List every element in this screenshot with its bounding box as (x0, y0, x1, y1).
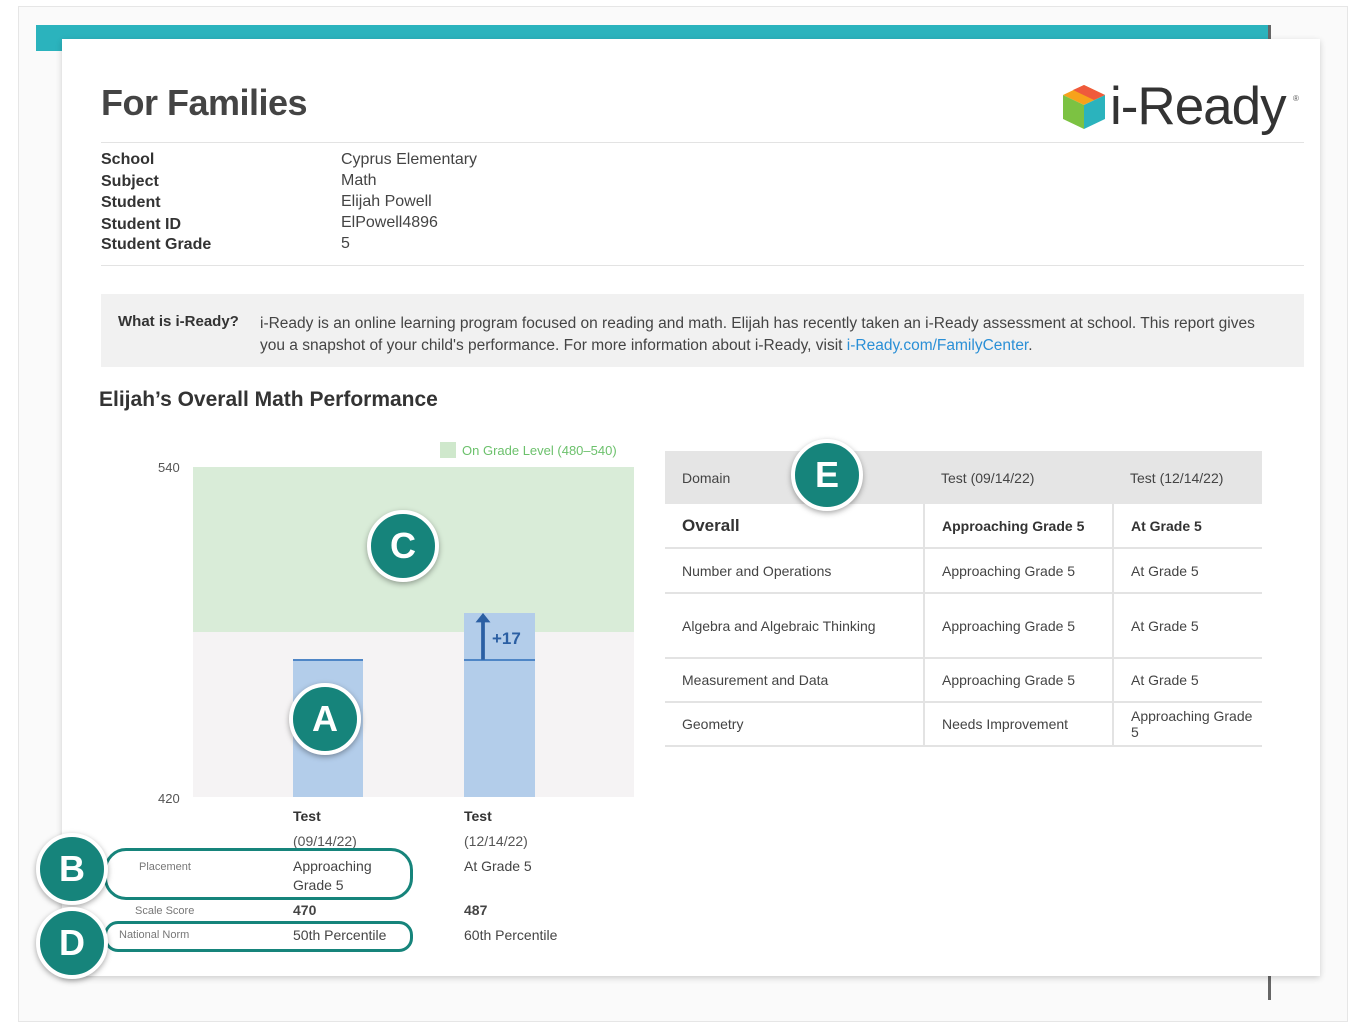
info-value-student-id: ElPowell4896 (341, 214, 438, 231)
placement-highlight-ring (104, 848, 413, 900)
info-label-school: School (101, 151, 155, 168)
info-label-student-id: Student ID (101, 216, 181, 233)
description-text: i-Ready is an online learning program fo… (260, 315, 1255, 354)
domain-cell: Geometry (665, 702, 924, 747)
test-2-cell: At Grade 5 (1112, 548, 1262, 594)
domain-cell: Measurement and Data (665, 658, 924, 703)
callout-e: E (791, 439, 863, 511)
table-row: Geometry Needs Improvement Approaching G… (665, 702, 1262, 747)
column-head-test-2: Test (464, 808, 492, 824)
info-value-student-grade: 5 (341, 235, 350, 252)
placement-test-2: At Grade 5 (464, 858, 532, 874)
y-tick-label: 420 (158, 791, 180, 806)
national-norm-test-2: 60th Percentile (464, 927, 558, 943)
table-header-test-1: Test (09/14/22) (924, 451, 1113, 504)
test-1-cell: Approaching Grade 5 (923, 658, 1113, 703)
callout-a: A (289, 683, 361, 755)
section-title: Elijah’s Overall Math Performance (99, 388, 438, 411)
column-head-test-1: Test (293, 808, 321, 824)
info-label-subject: Subject (101, 173, 159, 190)
what-is-iready-label: What is i-Ready? (118, 313, 239, 330)
table-row: Overall Approaching Grade 5 At Grade 5 (665, 504, 1262, 549)
scale-score-test-2: 487 (464, 902, 488, 918)
trademark-mark: ® (1293, 94, 1299, 103)
test-1-cell: Approaching Grade 5 (923, 548, 1113, 594)
y-tick-label: 540 (158, 460, 180, 475)
column-date-test-1: (09/14/22) (293, 833, 357, 849)
family-center-link[interactable]: i-Ready.com/FamilyCenter (847, 337, 1028, 354)
what-is-iready-text: i-Ready is an online learning program fo… (260, 313, 1270, 357)
row-label-scale-score: Scale Score (135, 905, 195, 917)
callout-b: B (36, 833, 108, 905)
iready-cube-logo-icon (1063, 85, 1105, 129)
table-header-row: Domain Test (09/14/22) Test (12/14/22) (665, 451, 1262, 504)
national-norm-highlight-ring (104, 921, 413, 952)
info-label-student-grade: Student Grade (101, 236, 212, 253)
info-label-student: Student (101, 194, 161, 211)
arrow-up-icon (475, 612, 491, 660)
test-2-cell: At Grade 5 (1112, 593, 1262, 659)
iready-logo-text: i-Ready (1110, 77, 1287, 136)
divider (101, 142, 1304, 143)
column-date-test-2: (12/14/22) (464, 833, 528, 849)
table-row: Number and Operations Approaching Grade … (665, 548, 1262, 594)
table-header-test-2: Test (12/14/22) (1113, 451, 1262, 504)
test-2-cell: At Grade 5 (1112, 658, 1262, 703)
info-value-subject: Math (341, 172, 377, 189)
scale-score-test-1: 470 (293, 902, 317, 918)
info-value-school: Cyprus Elementary (341, 151, 478, 168)
description-end: . (1028, 337, 1033, 354)
test-1-cell: Needs Improvement (923, 702, 1113, 747)
legend-label: On Grade Level (480–540) (462, 443, 617, 458)
legend-swatch (440, 442, 456, 458)
callout-d: D (36, 907, 108, 979)
domain-cell: Overall (665, 504, 924, 549)
test-2-cell: Approaching Grade 5 (1112, 702, 1262, 747)
domain-cell: Algebra and Algebraic Thinking (665, 593, 924, 659)
table-row: Measurement and Data Approaching Grade 5… (665, 658, 1262, 703)
domain-table: Domain Test (09/14/22) Test (12/14/22) O… (665, 451, 1262, 747)
chart-bar-top-line (293, 658, 363, 661)
domain-cell: Number and Operations (665, 548, 924, 594)
table-row: Algebra and Algebraic Thinking Approachi… (665, 593, 1262, 659)
test-1-cell: Approaching Grade 5 (923, 593, 1113, 659)
divider (101, 265, 1304, 266)
test-2-cell: At Grade 5 (1112, 504, 1262, 549)
info-value-student: Elijah Powell (341, 193, 432, 210)
page-title: For Families (101, 82, 308, 123)
callout-c: C (367, 510, 439, 582)
test-1-cell: Approaching Grade 5 (923, 504, 1113, 549)
score-gain-label: +17 (492, 628, 521, 648)
